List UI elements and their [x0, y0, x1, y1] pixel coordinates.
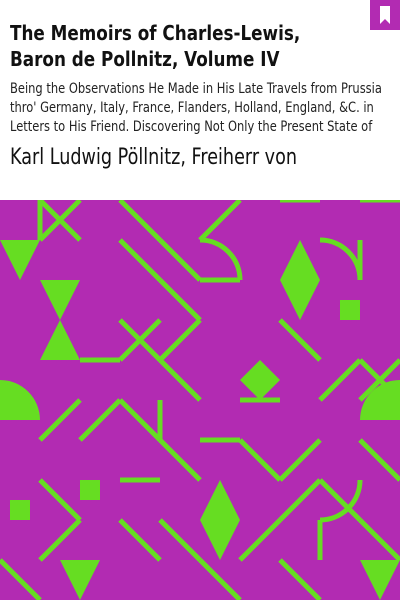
book-author: Karl Ludwig Pöllnitz, Freiherr von [10, 145, 298, 170]
book-cover: The Memoirs of Charles-Lewis, Baron de P… [0, 0, 400, 600]
book-title: The Memoirs of Charles-Lewis, Baron de P… [10, 21, 301, 71]
cover-art [0, 200, 400, 600]
bookmark-icon [370, 0, 400, 30]
book-subtitle: Being the Observations He Made in His La… [10, 81, 382, 135]
cover-header: The Memoirs of Charles-Lewis, Baron de P… [0, 0, 400, 200]
